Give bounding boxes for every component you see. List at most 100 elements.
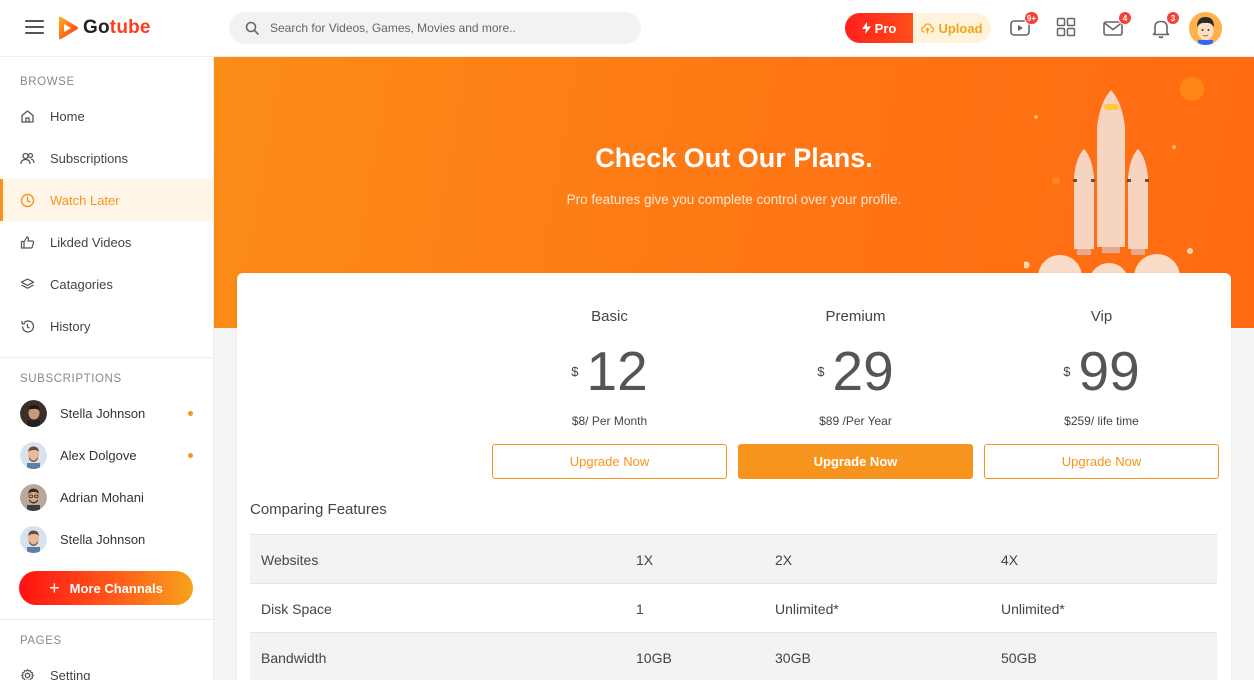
- plan-vip: Vip $ 99 $259/ life time Upgrade Now: [984, 273, 1219, 483]
- sidebar-item-categories[interactable]: Catagories: [0, 263, 213, 305]
- upload-button[interactable]: Upload: [913, 13, 991, 43]
- sidebar-item-label: Catagories: [50, 276, 113, 292]
- avatar-image: [1189, 12, 1222, 45]
- upgrade-basic-button[interactable]: Upgrade Now: [492, 444, 727, 479]
- messages-badge: 4: [1118, 11, 1132, 25]
- plan-price: $ 99: [984, 341, 1219, 402]
- plan-period: $89 /Per Year: [819, 414, 892, 428]
- pro-button[interactable]: Pro: [845, 13, 913, 43]
- pages-section-title: PAGES: [20, 635, 62, 647]
- apps-button[interactable]: [1056, 17, 1078, 39]
- table-row: Disk Space 1 Unlimited* Unlimited*: [250, 583, 1217, 632]
- more-channels-label: More Channals: [69, 580, 163, 596]
- menu-icon[interactable]: [25, 20, 44, 35]
- subscription-name: Adrian Mohani: [60, 489, 144, 505]
- basic-value: 1X: [636, 552, 654, 568]
- sidebar: BROWSE Home Subscriptions Watch Later Li…: [0, 57, 214, 680]
- videos-badge: 9+: [1023, 11, 1039, 25]
- sidebar-item-label: Likded Videos: [50, 234, 132, 250]
- currency-symbol: $: [571, 364, 579, 379]
- table-row: Websites 1X 2X 4X: [250, 534, 1217, 583]
- plan-name: Basic: [591, 308, 628, 325]
- videos-button[interactable]: 9+: [1009, 11, 1039, 39]
- plan-basic: Basic $ 12 $8/ Per Month Upgrade Now: [492, 273, 727, 483]
- sidebar-item-label: History: [50, 318, 91, 334]
- plan-period: $259/ life time: [1064, 414, 1139, 428]
- cloud-upload-icon: [921, 22, 935, 33]
- gear-icon: [20, 668, 35, 680]
- subscription-name: Stella Johnson: [60, 531, 146, 547]
- plan-price: $ 12: [492, 341, 727, 402]
- price-value: 29: [832, 340, 894, 402]
- history-icon: [21, 319, 35, 333]
- online-dot: [188, 411, 193, 416]
- plan-period: $8/ Per Month: [571, 414, 648, 428]
- layers-icon: [20, 277, 35, 289]
- feature-name: Bandwidth: [261, 650, 327, 666]
- upgrade-vip-button[interactable]: Upgrade Now: [984, 444, 1219, 479]
- sidebar-item-history[interactable]: History: [0, 305, 213, 347]
- pricing-card: Basic $ 12 $8/ Per Month Upgrade Now Pre…: [237, 273, 1231, 680]
- users-icon: [20, 152, 35, 164]
- logo[interactable]: Gotube: [57, 15, 151, 41]
- sidebar-item-label: Home: [50, 108, 85, 124]
- logo-play-icon: [59, 16, 78, 40]
- subscription-item-adrian-mohani[interactable]: Adrian Mohani: [20, 482, 195, 512]
- home-icon: [21, 109, 34, 123]
- sidebar-item-liked-videos[interactable]: Likded Videos: [0, 221, 213, 263]
- premium-value: 30GB: [775, 650, 811, 666]
- price-value: 12: [586, 340, 648, 402]
- currency-symbol: $: [817, 364, 825, 379]
- sidebar-item-setting[interactable]: Setting: [0, 654, 213, 680]
- avatar: [20, 483, 47, 511]
- sidebar-divider: [0, 357, 213, 358]
- avatar: [20, 525, 47, 553]
- notifications-button[interactable]: 3: [1150, 11, 1180, 39]
- search-icon: [245, 21, 259, 35]
- sidebar-item-label: Setting: [50, 667, 91, 680]
- sidebar-item-home[interactable]: Home: [0, 95, 213, 137]
- sidebar-item-watch-later[interactable]: Watch Later: [0, 179, 213, 221]
- online-dot: [188, 453, 193, 458]
- plus-icon: +: [49, 578, 60, 598]
- search-input[interactable]: [270, 21, 630, 35]
- avatar: [20, 399, 47, 427]
- notifications-badge: 3: [1166, 11, 1180, 25]
- table-row: Bandwidth 10GB 30GB 50GB: [250, 632, 1217, 680]
- sidebar-item-subscriptions[interactable]: Subscriptions: [0, 137, 213, 179]
- sidebar-item-label: Subscriptions: [50, 150, 129, 166]
- plan-premium: Premium $ 29 $89 /Per Year Upgrade Now: [738, 273, 973, 483]
- currency-symbol: $: [1063, 364, 1071, 379]
- premium-value: 2X: [775, 552, 793, 568]
- more-channels-button[interactable]: + More Channals: [19, 571, 193, 605]
- subscription-item-stella-johnson[interactable]: Stella Johnson: [20, 398, 195, 428]
- clock-icon: [20, 193, 35, 207]
- user-avatar[interactable]: [1189, 12, 1222, 45]
- messages-button[interactable]: 4: [1102, 11, 1132, 39]
- plan-price: $ 29: [738, 341, 973, 402]
- premium-value: Unlimited*: [775, 601, 839, 617]
- sidebar-item-label: Watch Later: [50, 192, 120, 208]
- subscription-item-alex-dolgove[interactable]: Alex Dolgove: [20, 440, 195, 470]
- vip-value: Unlimited*: [1001, 601, 1065, 617]
- feature-name: Disk Space: [261, 601, 332, 617]
- lightning-icon: [861, 22, 871, 34]
- browse-section-title: BROWSE: [20, 76, 75, 88]
- subscription-name: Stella Johnson: [60, 405, 146, 421]
- subscription-item-stella-johnson-2[interactable]: Stella Johnson: [20, 524, 195, 554]
- pro-label: Pro: [874, 20, 897, 36]
- plan-name: Premium: [825, 308, 886, 325]
- upload-label: Upload: [938, 20, 983, 36]
- vip-value: 4X: [1001, 552, 1019, 568]
- thumbs-up-icon: [20, 235, 35, 249]
- search-bar[interactable]: [229, 12, 641, 44]
- grid-icon: [1056, 17, 1076, 37]
- subscriptions-section-title: SUBSCRIPTIONS: [20, 373, 122, 385]
- logo-text: Gotube: [83, 17, 151, 38]
- upgrade-premium-button[interactable]: Upgrade Now: [738, 444, 973, 479]
- vip-value: 50GB: [1001, 650, 1037, 666]
- sidebar-divider: [0, 619, 213, 620]
- subscription-name: Alex Dolgove: [60, 447, 137, 463]
- top-header: Gotube Pro Upload 9+ 4 3: [0, 0, 1254, 57]
- basic-value: 10GB: [636, 650, 672, 666]
